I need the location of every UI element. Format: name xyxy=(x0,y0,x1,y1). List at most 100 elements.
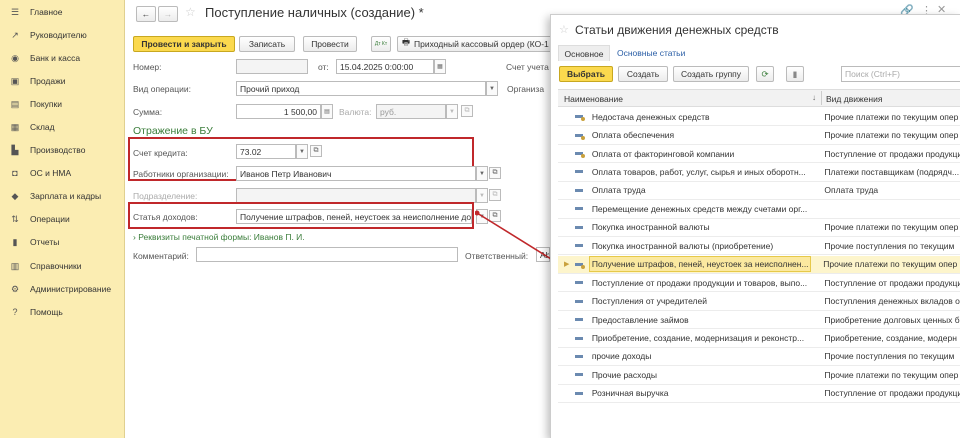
post-and-close-button[interactable]: Провести и закрыть xyxy=(133,36,235,52)
calendar-icon: ▦ xyxy=(437,64,443,70)
number-field[interactable] xyxy=(236,59,308,74)
sidebar-item-assets[interactable]: ◘ ОС и НМА xyxy=(0,163,124,183)
sidebar-item-operations[interactable]: ⇅ Операции xyxy=(0,209,124,229)
print-details-label: Реквизиты печатной формы: Иванов П. И. xyxy=(138,232,305,242)
back-button[interactable]: ← xyxy=(136,6,156,22)
table-row[interactable]: Получение штрафов, пеней, неустоек за не… xyxy=(558,255,960,274)
sidebar-item-admin[interactable]: ⚙ Администрирование xyxy=(0,279,124,299)
sidebar-item-salary[interactable]: ◆ Зарплата и кадры xyxy=(0,186,124,206)
employee-field[interactable]: Иванов Петр Иванович xyxy=(236,166,476,181)
sidebar-item-references[interactable]: ▥ Справочники xyxy=(0,256,124,276)
column-movement-header[interactable]: Вид движения xyxy=(826,94,882,104)
employee-dropdown[interactable]: ▼ xyxy=(476,166,488,181)
account-label: Счет учета xyxy=(506,62,549,72)
operation-type-dropdown[interactable]: ▼ xyxy=(486,81,498,96)
sidebar-item-reports[interactable]: ▮ Отчеты xyxy=(0,232,124,252)
row-name: Оплата от факторинговой компании xyxy=(591,148,735,159)
table-row[interactable]: Покупка иностранной валюты Прочие платежи… xyxy=(558,219,960,237)
row-movement: Прочие платежи по текущим опер xyxy=(824,369,959,380)
item-icon xyxy=(575,391,583,395)
operations-icon: ⇅ xyxy=(11,213,19,224)
table-row[interactable]: Предоставление займов Приобретение долгов… xyxy=(558,311,960,330)
operation-type-field[interactable]: Прочий приход xyxy=(236,81,486,96)
basket-icon: ▤ xyxy=(10,98,20,109)
sidebar-item-bank[interactable]: ◉ Банк и касса xyxy=(0,48,124,68)
table-row[interactable]: Оплата товаров, работ, услуг, сырья и ин… xyxy=(558,163,960,182)
currency-dropdown[interactable]: ▼ xyxy=(446,104,458,119)
table-row[interactable]: Приобретение, создание, модернизация и р… xyxy=(558,329,960,348)
sidebar-item-manager[interactable]: ↗ Руководителю xyxy=(0,25,124,45)
sidebar-item-production[interactable]: ▙ Производство xyxy=(0,140,124,160)
calculator-button[interactable]: ▤ xyxy=(321,104,333,119)
sidebar-item-help[interactable]: ? Помощь xyxy=(0,302,124,322)
create-group-button[interactable]: Создать группу xyxy=(673,66,749,82)
select-button[interactable]: Выбрать xyxy=(559,66,613,82)
print-button-label: Приходный кассовый ордер (КО-1 xyxy=(414,39,549,49)
tab-main-items[interactable]: Основные статьи xyxy=(617,48,685,58)
star-icon[interactable]: ☆ xyxy=(559,23,569,36)
create-button[interactable]: Создать xyxy=(618,66,668,82)
gear-icon: ⚙ xyxy=(10,283,20,294)
comment-field[interactable] xyxy=(196,247,458,262)
date-field[interactable]: 15.04.2025 0:00:00 xyxy=(336,59,434,74)
chevron-down-icon: ▼ xyxy=(479,192,485,199)
row-name: Прочие расходы xyxy=(591,369,657,380)
section-title: Отражение в БУ xyxy=(133,125,213,137)
table-row[interactable]: Розничная выручка Поступление от продажи … xyxy=(558,385,960,404)
post-button[interactable]: Провести xyxy=(303,36,357,52)
print-button[interactable]: 🖶 Приходный кассовый ордер (КО-1 xyxy=(397,36,553,52)
row-movement: Прочие платежи по текущим опер xyxy=(824,130,959,141)
people-icon: ◆ xyxy=(11,190,19,201)
print-details-link[interactable]: › Реквизиты печатной формы: Иванов П. И. xyxy=(133,232,305,242)
arrow-right-icon: → xyxy=(163,9,173,19)
star-icon[interactable]: ☆ xyxy=(185,5,196,19)
open-icon: ⧉ xyxy=(313,147,319,154)
employee-open-button[interactable]: ⧉ xyxy=(489,167,501,179)
column-name-header[interactable]: Наименование xyxy=(564,94,623,104)
item-icon xyxy=(575,336,583,340)
credit-account-dropdown[interactable]: ▼ xyxy=(296,144,308,159)
delete-button[interactable]: ▮ xyxy=(786,66,804,82)
table-row[interactable]: Оплата обеспечения Прочие платежи по теку… xyxy=(558,126,960,145)
income-item-label: Статья доходов: xyxy=(133,212,198,222)
table-row[interactable]: Покупка иностранной валюты (приобретение… xyxy=(558,237,960,256)
calculator-icon: ▤ xyxy=(324,109,330,115)
credit-account-open-button[interactable]: ⧉ xyxy=(310,145,322,157)
calendar-button[interactable]: ▦ xyxy=(434,59,446,74)
dtkt-button[interactable]: Дт Кт xyxy=(371,36,391,52)
sidebar-item-purchases[interactable]: ▤ Покупки xyxy=(0,94,124,114)
subdivision-dropdown[interactable]: ▼ xyxy=(476,188,488,203)
row-name: Поступления от учредителей xyxy=(591,296,707,307)
sidebar-item-warehouse[interactable]: ▦ Склад xyxy=(0,117,124,137)
table-row[interactable]: Поступление от продажи продукции и товар… xyxy=(558,274,960,293)
help-icon: ? xyxy=(12,307,18,317)
table-row[interactable]: Оплата от факторинговой компании Поступле… xyxy=(558,145,960,164)
table-row[interactable]: прочие доходы Прочие поступления по текущ… xyxy=(558,348,960,367)
sidebar-item-sales[interactable]: ▣ Продажи xyxy=(0,71,124,91)
credit-account-label: Счет кредита: xyxy=(133,148,188,158)
save-button[interactable]: Записать xyxy=(239,36,295,52)
currency-field[interactable]: руб. xyxy=(376,104,446,119)
table-row[interactable]: Прочие расходы Прочие платежи по текущим … xyxy=(558,366,960,385)
sidebar-item-main[interactable]: ☰ Главное xyxy=(0,2,124,22)
bank-icon: ◉ xyxy=(11,52,19,63)
sum-field[interactable]: 1 500,00 xyxy=(236,104,321,119)
tab-main[interactable]: Основное xyxy=(558,45,610,61)
row-name: Оплата труда xyxy=(591,185,646,196)
chevron-down-icon: ▼ xyxy=(299,148,305,155)
trash-icon: ▮ xyxy=(792,68,798,79)
table-row[interactable]: Оплата труда Оплата труда xyxy=(558,182,960,201)
assets-icon: ◘ xyxy=(12,168,18,178)
printer-icon: 🖶 xyxy=(402,37,411,47)
subdivision-open-button[interactable]: ⧉ xyxy=(489,189,501,201)
table-row[interactable]: Поступления от учредителей Поступления де… xyxy=(558,293,960,311)
search-input[interactable]: Поиск (Ctrl+F) xyxy=(841,66,960,82)
currency-open-button[interactable]: ⧉ xyxy=(461,105,473,117)
income-item-field[interactable]: Получение штрафов, пеней, неустоек за не… xyxy=(236,209,472,224)
refresh-button[interactable]: ⟳ xyxy=(756,66,774,82)
table-row[interactable]: Недостача денежных средств Прочие платежи… xyxy=(558,108,960,127)
forward-button[interactable]: → xyxy=(158,6,178,22)
subdivision-field[interactable] xyxy=(236,188,476,203)
credit-account-field[interactable]: 73.02 xyxy=(236,144,296,159)
table-row[interactable]: Перемещение денежных средств между счета… xyxy=(558,200,960,219)
